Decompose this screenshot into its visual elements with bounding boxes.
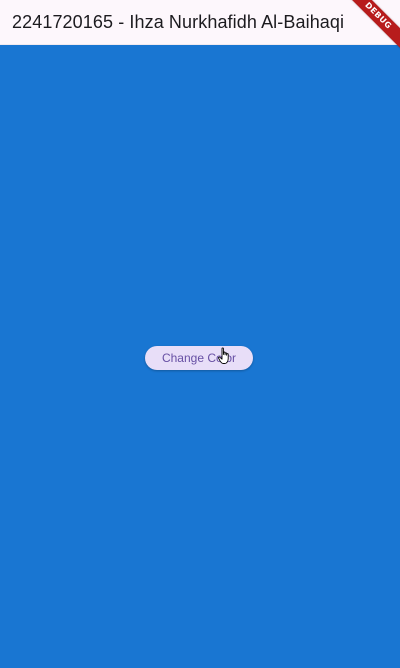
app-screen: 2241720165 - Ihza Nurkhafidh Al-Baihaqi … [0, 0, 400, 668]
app-bar: 2241720165 - Ihza Nurkhafidh Al-Baihaqi [0, 0, 400, 45]
page-title: 2241720165 - Ihza Nurkhafidh Al-Baihaqi [12, 11, 345, 32]
change-color-button[interactable]: Change Color [145, 346, 253, 370]
main-body: Change Color [0, 45, 400, 668]
hand-pointer-icon [218, 347, 229, 364]
